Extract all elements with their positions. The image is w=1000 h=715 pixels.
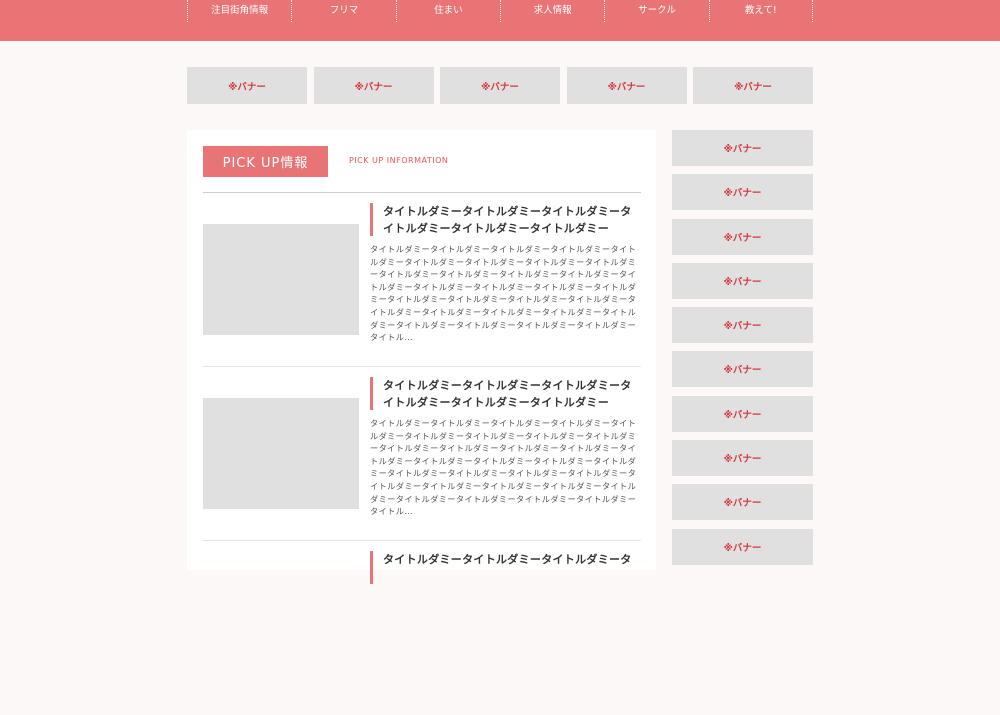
- article-title[interactable]: タイトルダミータイトルダミータイトルダミータイトルダミータイトルダミータイトルダ…: [383, 377, 641, 411]
- nav-item-circle[interactable]: サークル: [604, 0, 708, 22]
- article-card[interactable]: タイトルダミータイトルダミータイトルダミータ: [203, 541, 641, 715]
- title-accent-bar: [370, 551, 373, 584]
- pickup-section: PICK UP情報 PICK UP INFORMATION タイトルダミータイト…: [187, 130, 656, 584]
- article-thumbnail[interactable]: [203, 398, 359, 509]
- top-banner-2[interactable]: ※バナー: [313, 67, 434, 104]
- side-banner-10[interactable]: ※バナー: [672, 528, 813, 565]
- nav-list: 注目街角情報 フリマ 住まい 求人情報 サークル 教えて!: [187, 0, 813, 22]
- side-banner-5[interactable]: ※バナー: [672, 307, 813, 344]
- side-banner-1[interactable]: ※バナー: [672, 130, 813, 166]
- pickup-subtitle: PICK UP INFORMATION: [349, 156, 449, 165]
- top-banner-3[interactable]: ※バナー: [440, 67, 560, 104]
- nav-item-housing[interactable]: 住まい: [395, 0, 500, 22]
- top-banner-4[interactable]: ※バナー: [566, 67, 687, 104]
- side-banner-8[interactable]: ※バナー: [672, 440, 813, 477]
- side-banner-2[interactable]: ※バナー: [672, 174, 813, 211]
- article-title[interactable]: タイトルダミータイトルダミータイトルダミータイトルダミータイトルダミータイトルダ…: [383, 203, 641, 237]
- article-excerpt: タイトルダミータイトルダミータイトルダミータイトルダミータイトルダミータイトルダ…: [370, 418, 637, 517]
- side-banner-6[interactable]: ※バナー: [672, 351, 813, 388]
- top-nav-bar: 注目街角情報 フリマ 住まい 求人情報 サークル 教えて!: [0, 0, 1000, 41]
- pickup-badge: PICK UP情報: [203, 146, 328, 177]
- nav-item-ask[interactable]: 教えて!: [708, 0, 813, 22]
- article-title[interactable]: タイトルダミータイトルダミータイトルダミータ: [383, 551, 641, 568]
- side-banner-9[interactable]: ※バナー: [672, 484, 813, 521]
- sidebar-banners: ※バナー ※バナー ※バナー ※バナー ※バナー ※バナー ※バナー ※バナー …: [672, 130, 813, 573]
- title-accent-bar: [370, 203, 373, 236]
- article-card[interactable]: タイトルダミータイトルダミータイトルダミータイトルダミータイトルダミータイトルダ…: [203, 193, 641, 367]
- article-excerpt: タイトルダミータイトルダミータイトルダミータイトルダミータイトルダミータイトルダ…: [370, 244, 637, 343]
- top-banner-5[interactable]: ※バナー: [693, 67, 813, 104]
- article-thumbnail[interactable]: [203, 224, 359, 335]
- nav-item-jobs[interactable]: 求人情報: [499, 0, 604, 22]
- title-accent-bar: [370, 377, 373, 410]
- side-banner-4[interactable]: ※バナー: [672, 262, 813, 299]
- side-banner-3[interactable]: ※バナー: [672, 218, 813, 255]
- top-banner-1[interactable]: ※バナー: [187, 67, 307, 104]
- article-card[interactable]: タイトルダミータイトルダミータイトルダミータイトルダミータイトルダミータイトルダ…: [203, 367, 641, 541]
- nav-item-flea-market[interactable]: フリマ: [291, 0, 395, 22]
- side-banner-7[interactable]: ※バナー: [672, 395, 813, 432]
- top-banner-row: ※バナー ※バナー ※バナー ※バナー ※バナー: [187, 67, 813, 104]
- nav-item-attention[interactable]: 注目街角情報: [187, 0, 291, 22]
